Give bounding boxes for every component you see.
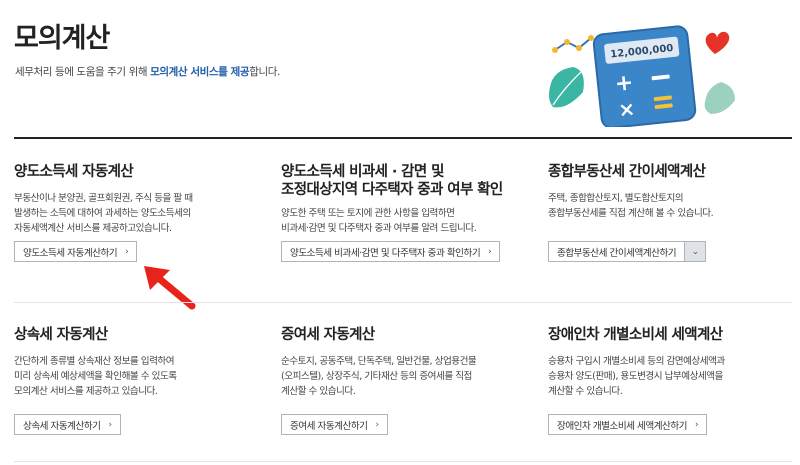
calculator-icon: 12,000,000 + × [592,25,697,127]
svg-text:×: × [617,96,636,122]
page-header: 모의계산 세무처리 등에 도움을 주기 위해 모의계산 서비스를 제공합니다. … [0,0,800,138]
bottom-divider [14,461,792,462]
card-gift-tax-calc: 증여세 자동계산 순수토지, 공동주택, 단독주택, 일반건물, 상업용건물 (… [281,326,531,399]
chevron-down-icon[interactable]: ⌄ [684,242,706,261]
chevron-right-icon: › [488,246,492,257]
gift-tax-calc-button[interactable]: 증여세 자동계산하기 › [281,414,388,435]
card-capital-gains-calc: 양도소득세 자동계산 부동산이나 분양권, 골프회원권, 주식 등을 팔 때 발… [14,163,254,236]
card-description: 부동산이나 분양권, 골프회원권, 주식 등을 팔 때 발생하는 소득에 대하여… [14,193,193,234]
card-disabled-vehicle-tax-calc: 장애인차 개별소비세 세액계산 승용차 구입시 개별소비세 등의 감면예상세액과… [548,326,788,399]
inheritance-tax-calc-button[interactable]: 상속세 자동계산하기 › [14,414,121,435]
card-description: 주택, 종합합산토지, 별도합산토지의 종합부동산세를 직접 계산해 볼 수 있… [548,193,714,219]
svg-text:+: + [614,70,635,97]
card-title: 양도소득세 자동계산 [14,164,134,180]
capital-gains-exemption-button[interactable]: 양도소득세 비과세·감면 및 다주택자 중과 확인하기 › [281,241,501,262]
chevron-right-icon: › [695,419,699,430]
description-highlight: 모의계산 서비스를 제공 [150,66,250,78]
chevron-right-icon: › [375,419,380,430]
leaf-right-icon [704,82,735,114]
red-arrow-icon [144,266,196,310]
disabled-vehicle-tax-calc-button[interactable]: 장애인차 개별소비세 세액계산하기 › [548,414,708,435]
card-inheritance-tax-calc: 상속세 자동계산 간단하게 종류별 상속재산 정보를 입력하여 미리 상속세 예… [14,326,254,399]
card-title: 상속세 자동계산 [14,327,108,343]
card-title: 장애인차 개별소비세 세액계산 [548,327,723,343]
card-capital-gains-exemption: 양도소득세 비과세 · 감면 및 조정대상지역 다주택자 중과 여부 확인 양도… [281,163,531,236]
heart-icon [705,31,730,54]
row-divider [14,302,792,303]
card-title: 증여세 자동계산 [281,327,375,343]
header-divider [14,137,792,139]
comprehensive-real-estate-tax-select[interactable]: 종합부동산세 간이세액계산하기 ⌄ [548,241,707,262]
card-title: 양도소득세 비과세 · 감면 및 조정대상지역 다주택자 중과 여부 확인 [281,164,503,198]
capital-gains-calc-button[interactable]: 양도소득세 자동계산하기 › [14,241,138,262]
card-description: 승용차 구입시 개별소비세 등의 감면예상세액과 승용차 양도(판매), 용도변… [548,356,725,397]
calculator-illustration: 12,000,000 + × [549,25,735,127]
card-description: 양도한 주택 또는 토지에 관한 사항을 입력하면 비과세·감면 및 다주택자 … [281,208,477,234]
chevron-right-icon: › [125,246,129,257]
card-description: 간단하게 종류별 상속재산 정보를 입력하여 미리 상속세 예상세액을 확인해볼… [14,356,177,397]
card-comprehensive-real-estate-tax: 종합부동산세 간이세액계산 주택, 종합합산토지, 별도합산토지의 종합부동산세… [548,163,788,221]
card-description: 순수토지, 공동주택, 단독주택, 일반건물, 상업용건물 (오피스텔), 상장… [281,356,477,397]
trend-line-icon [554,37,592,51]
chevron-right-icon: › [108,419,113,430]
page-description: 세무처리 등에 도움을 주기 위해 모의계산 서비스를 제공합니다. [15,66,280,78]
page-title: 모의계산 [14,23,110,54]
card-title: 종합부동산세 간이세액계산 [548,164,706,180]
